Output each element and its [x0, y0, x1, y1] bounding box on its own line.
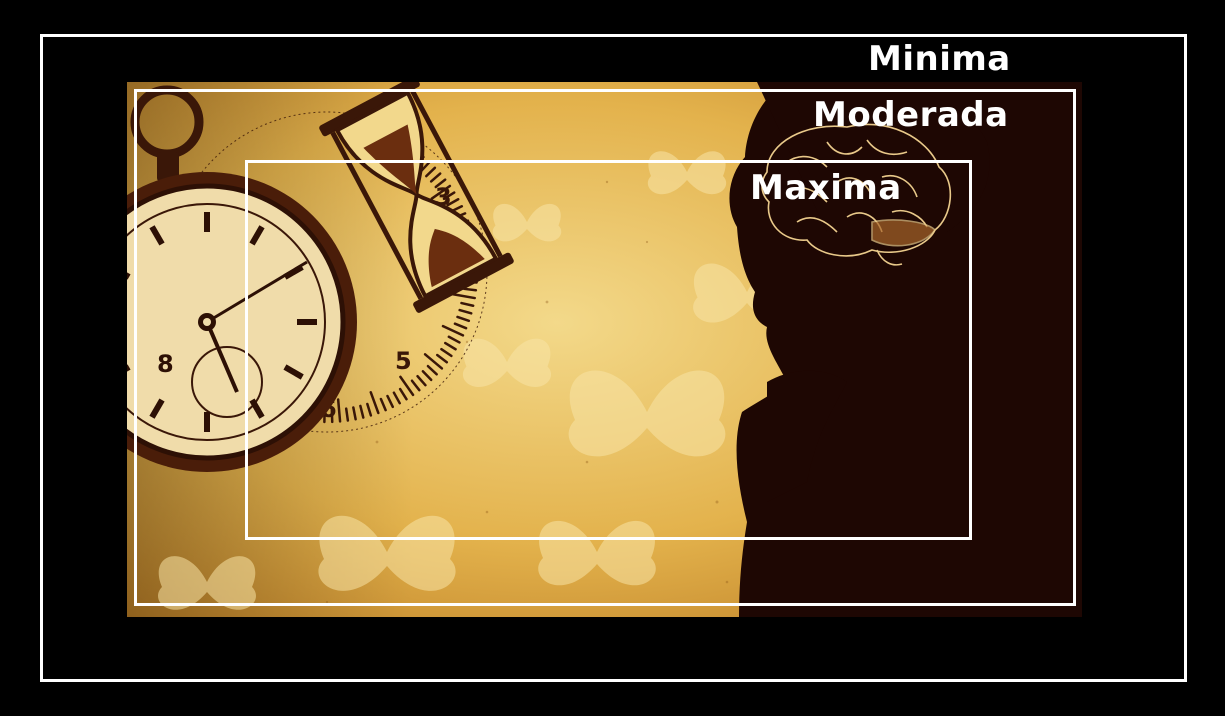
- moderada-label: Moderada: [813, 95, 1009, 135]
- watch-number: 8: [157, 350, 174, 378]
- dial-tick: [344, 407, 350, 422]
- artwork-image: 2 3 4 5 6 8: [127, 82, 1082, 617]
- watch-hour-mark: [204, 412, 210, 432]
- maxima-label: Maxima: [750, 168, 902, 208]
- dial-tick: [462, 287, 478, 292]
- watch-hour-mark: [204, 212, 210, 232]
- watch-hour-mark: [297, 319, 317, 325]
- dial-number: 5: [395, 347, 412, 375]
- thinking-silhouette-icon: [729, 82, 1082, 617]
- minima-label: Minima: [868, 39, 1011, 79]
